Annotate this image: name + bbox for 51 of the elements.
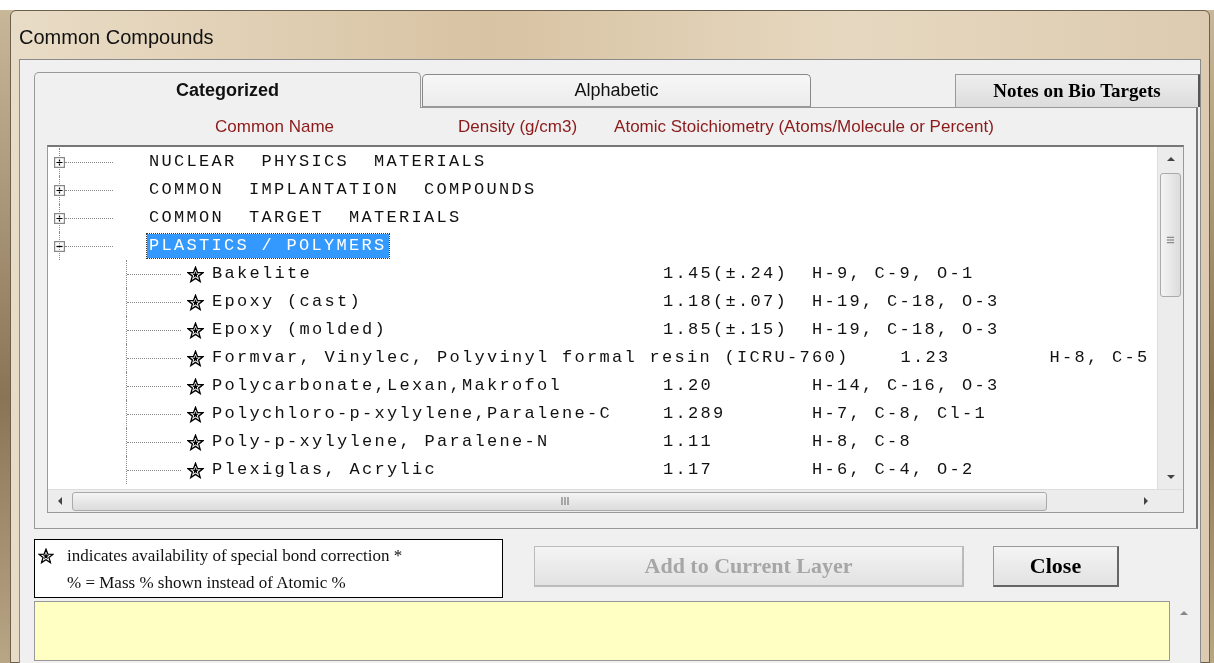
compound-name[interactable]: Formvar, Vinylec, Polyvinyl formal resin (ICRU-760) <box>212 347 901 369</box>
density-value: 1.20 <box>663 375 714 397</box>
density-value: 1.289 <box>663 403 727 425</box>
collapse-icon[interactable] <box>54 240 65 252</box>
legend-text: % = Mass % shown instead of Atomic % <box>67 572 346 593</box>
expand-icon[interactable] <box>54 156 65 168</box>
tree-item[interactable]: COMMON IMPLANTATION COMPOUNDS <box>147 178 539 202</box>
density-value: 1.11 <box>663 431 714 453</box>
column-header: Density (g/cm3) <box>458 116 578 137</box>
tab[interactable]: Alphabetic <box>422 74 811 107</box>
scroll-right-icon[interactable] <box>1143 496 1149 506</box>
window-title: Common Compounds <box>19 25 214 49</box>
compound-name[interactable]: Bakelite <box>212 263 663 285</box>
scroll-thumb[interactable] <box>1160 173 1181 297</box>
density-value: 1.23 <box>900 347 952 369</box>
density-value: 1.85(±.15) <box>663 319 790 341</box>
scroll-left-icon[interactable] <box>57 496 63 506</box>
legend-text: indicates availability of special bond correction * <box>67 545 403 566</box>
compound-name[interactable]: Epoxy (cast) <box>212 291 663 313</box>
stoichiometry-value: H-19, C-18, O-3 <box>812 291 1000 313</box>
compound-name[interactable]: Plexiglas, Acrylic <box>212 459 663 481</box>
stoichiometry-value: H-8, C-5 <box>1049 347 1150 369</box>
density-value: 1.17 <box>663 459 714 481</box>
column-header: Atomic Stoichiometry (Atoms/Molecule or Percent) <box>614 116 994 137</box>
tree-item[interactable]: NUCLEAR PHYSICS MATERIALS <box>147 150 489 174</box>
scroll-thumb[interactable] <box>72 491 1047 511</box>
stoichiometry-value: H-6, C-4, O-2 <box>812 459 975 481</box>
stoichiometry-value: H-14, C-16, O-3 <box>812 375 1000 397</box>
close-button[interactable]: Close <box>993 546 1119 587</box>
stoichiometry-value: H-9, C-9, O-1 <box>812 263 975 285</box>
scroll-down-icon[interactable] <box>1165 474 1176 480</box>
vertical-scrollbar[interactable] <box>1157 147 1183 489</box>
compound-name[interactable]: Epoxy (molded) <box>212 319 663 341</box>
output-text-area[interactable] <box>34 601 1170 661</box>
compound-name[interactable]: Polycarbonate,Lexan,Makrofol <box>212 375 663 397</box>
scroll-up-icon[interactable] <box>1165 156 1176 162</box>
notes-button[interactable]: Notes on Bio Targets <box>955 74 1200 107</box>
expand-icon[interactable] <box>54 184 65 196</box>
column-header: Common Name <box>215 116 335 137</box>
density-value: 1.45(±.24) <box>663 263 790 285</box>
density-value: 1.18(±.07) <box>663 291 790 313</box>
star-icon <box>38 547 54 564</box>
stoichiometry-value: H-19, C-18, O-3 <box>812 319 1000 341</box>
horizontal-scrollbar[interactable] <box>48 489 1183 512</box>
tree-item[interactable]: COMMON TARGET MATERIALS <box>147 206 464 230</box>
compound-name[interactable]: Polychloro-p-xylylene,Paralene-C <box>212 403 664 425</box>
tab[interactable]: Categorized <box>34 72 421 108</box>
stoichiometry-value: H-7, C-8, Cl-1 <box>812 403 988 425</box>
stoichiometry-value: H-8, C-8 <box>812 431 912 453</box>
expand-icon[interactable] <box>54 212 65 224</box>
compound-name[interactable]: Poly-p-xylylene, Paralene-N <box>212 431 663 453</box>
